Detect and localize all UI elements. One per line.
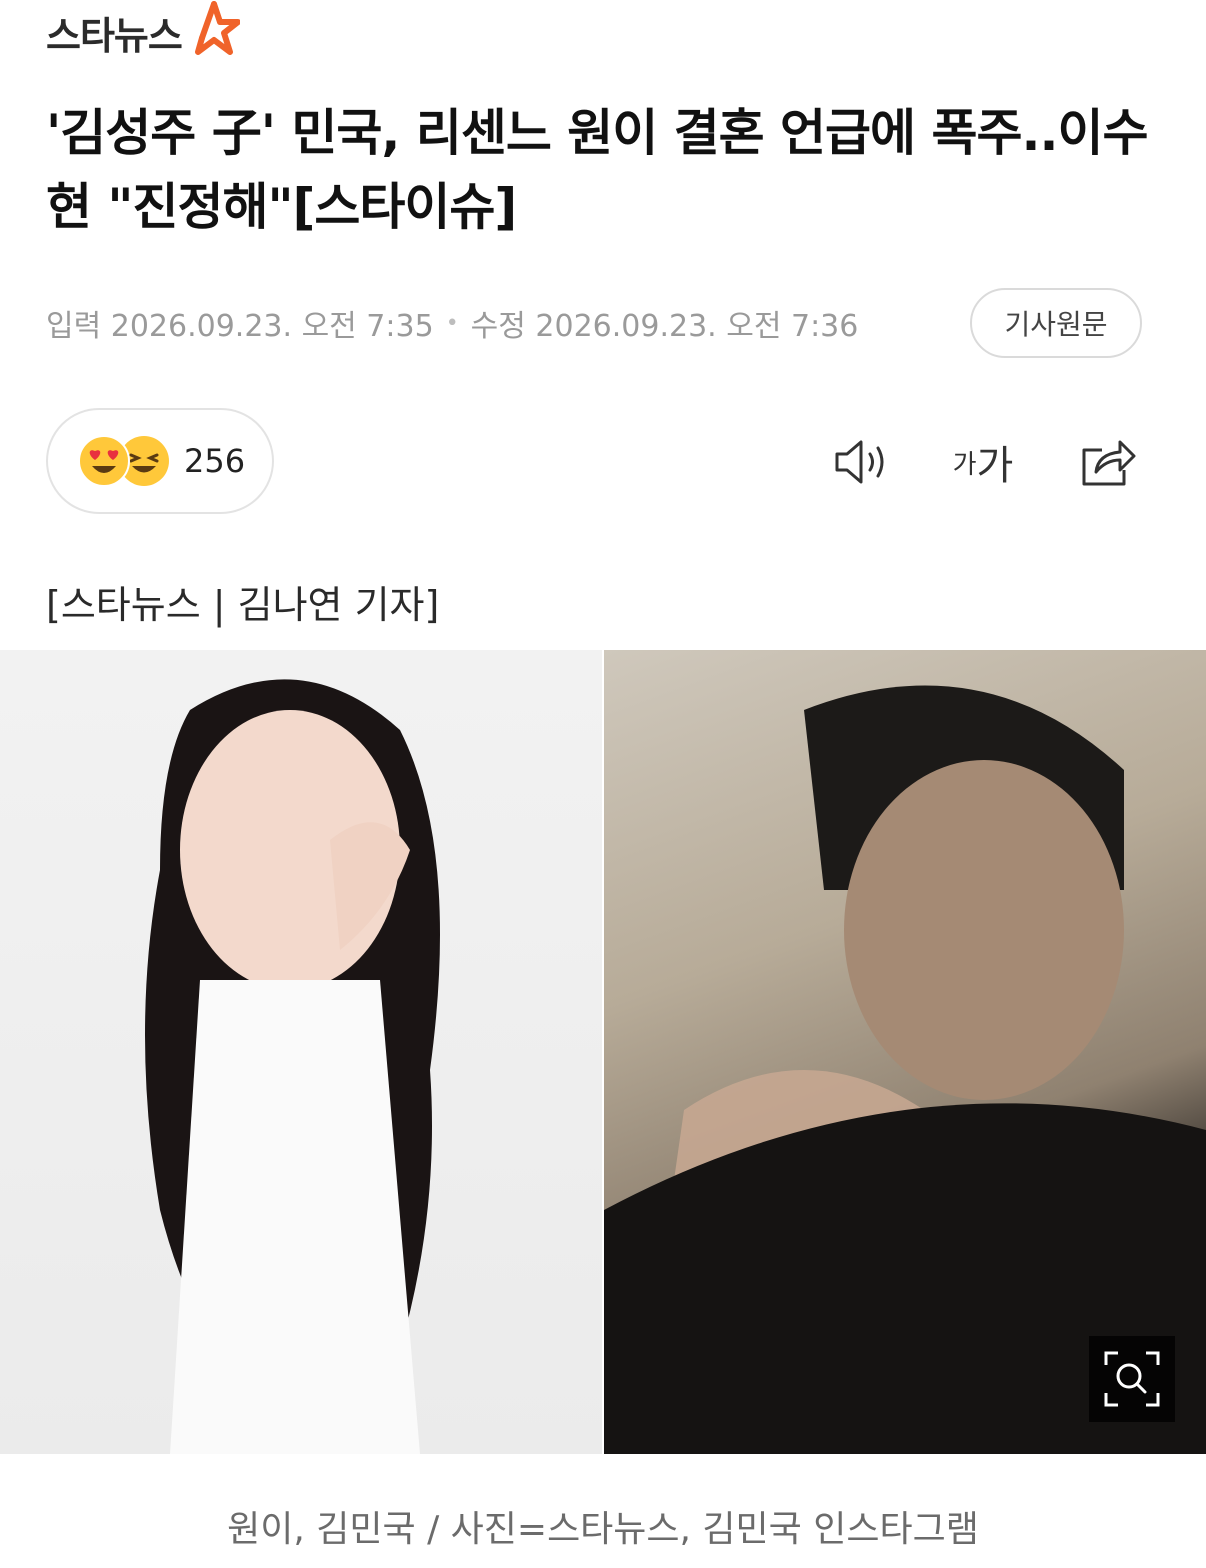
heart-eyes-emoji-icon xyxy=(78,435,130,487)
meta-separator: • xyxy=(445,310,459,336)
star-logo-icon xyxy=(194,1,240,55)
site-logo[interactable]: 스타뉴스 xyxy=(46,1,240,62)
reaction-emojis xyxy=(78,435,170,487)
photo-zoom-button[interactable] xyxy=(1089,1336,1175,1422)
photo-right-illustration xyxy=(604,685,1206,1454)
font-large-glyph: 가 xyxy=(976,443,1014,489)
logo-text: 스타뉴스 xyxy=(46,13,183,58)
modified-date: 수정 2026.09.23. 오전 7:36 xyxy=(470,309,859,344)
font-small-glyph: 가 xyxy=(952,449,977,480)
tts-button[interactable] xyxy=(832,430,892,494)
byline: [스타뉴스 | 김나연 기자] xyxy=(46,583,440,627)
share-icon xyxy=(1082,440,1136,486)
article-photo-right[interactable] xyxy=(604,650,1206,1454)
original-article-button[interactable]: 기사원문 xyxy=(970,288,1142,358)
photo-left-illustration xyxy=(145,679,440,1454)
reaction-button[interactable]: 256 xyxy=(46,408,274,514)
zoom-search-icon xyxy=(1104,1351,1160,1407)
article-headline: '김성주 子' 민국, 리센느 원이 결혼 언급에 폭주..이수현 "진정해"[… xyxy=(46,104,1148,236)
speaker-icon xyxy=(835,440,884,484)
share-button[interactable] xyxy=(1078,430,1138,494)
font-size-button[interactable]: 가가 xyxy=(948,430,1018,494)
reaction-count: 256 xyxy=(184,442,246,480)
article-meta: 입력 2026.09.23. 오전 7:35 • 수정 2026.09.23. … xyxy=(46,296,858,350)
published-date: 입력 2026.09.23. 오전 7:35 xyxy=(46,309,434,344)
article-photo-left[interactable] xyxy=(0,650,602,1454)
photo-caption: 원이, 김민국 / 사진=스타뉴스, 김민국 인스타그램 xyxy=(227,1509,979,1550)
